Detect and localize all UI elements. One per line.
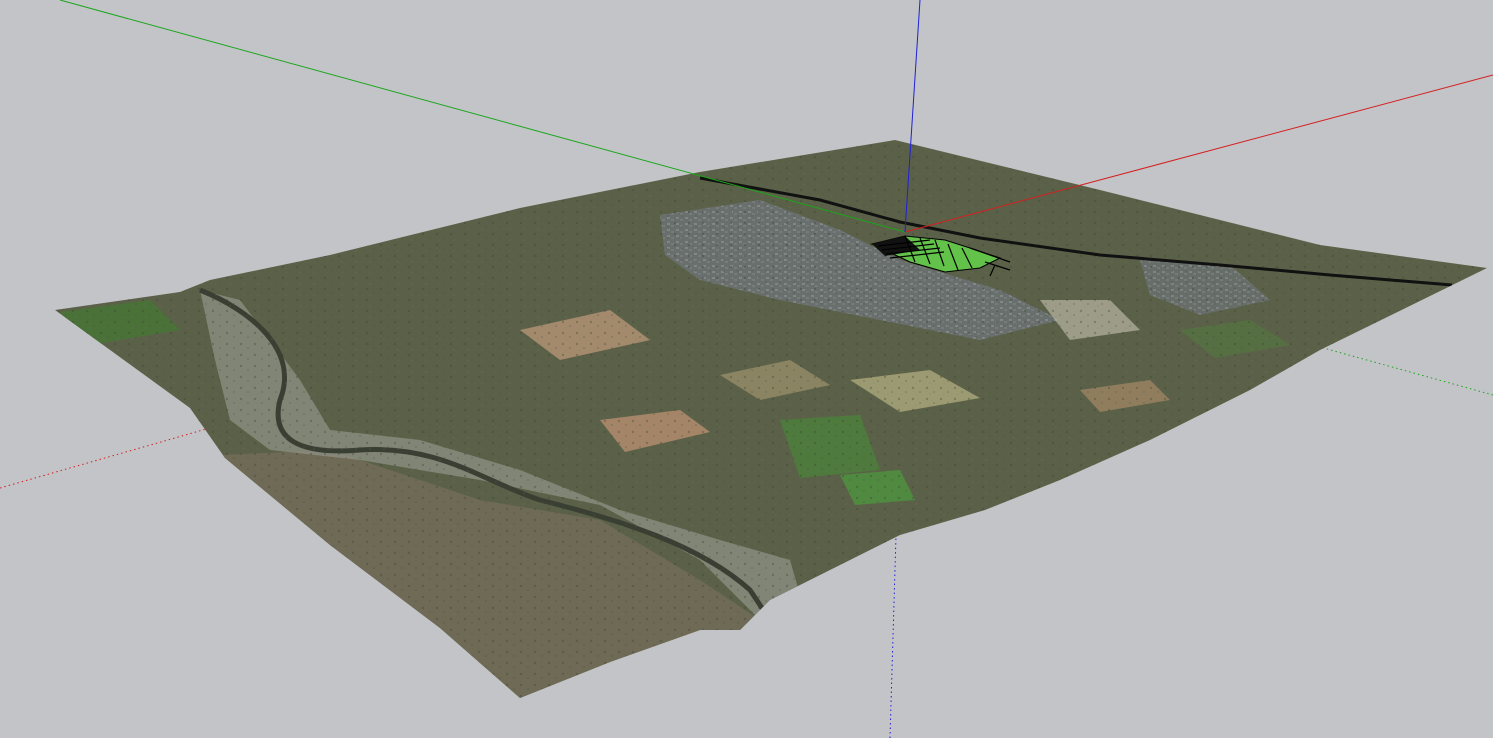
red-axis-positive (904, 74, 1493, 233)
green-axis-positive (59, 0, 906, 233)
terrain-surface[interactable] (0, 100, 1493, 720)
model-viewport[interactable] (0, 0, 1493, 738)
scene-canvas[interactable] (0, 0, 1493, 738)
